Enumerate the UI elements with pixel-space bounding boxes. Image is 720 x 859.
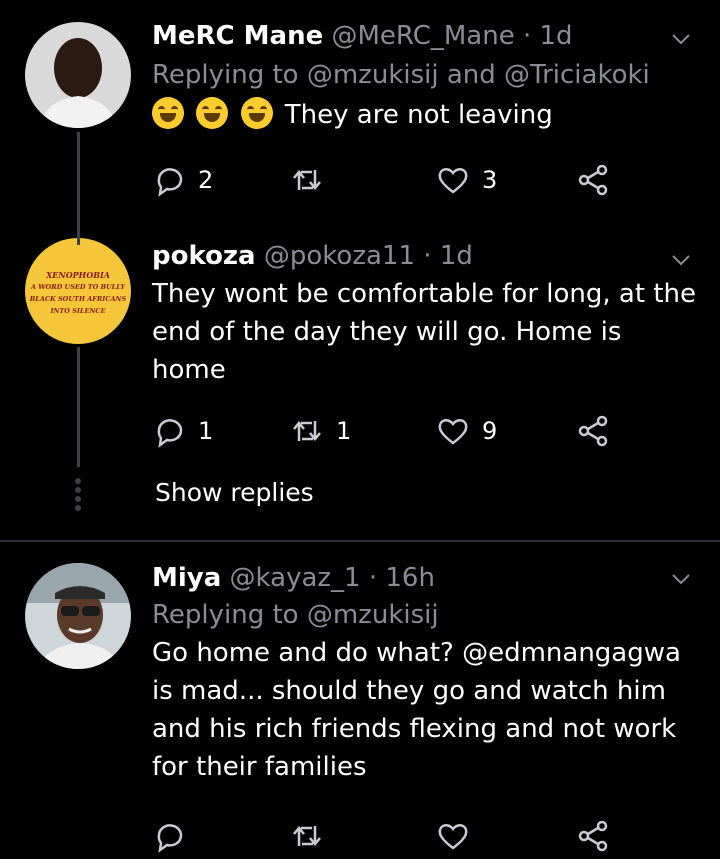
like-icon [438,419,468,445]
thread-line [77,220,80,245]
tweet[interactable]: MeRC Mane @MeRC_Mane · 1d Replying to @m… [0,0,720,225]
tweet-actions [152,816,632,856]
reply-icon [157,824,183,853]
retweet-count: 1 [336,417,352,445]
retweet-icon [293,421,321,441]
reply-button[interactable]: 2 [152,160,213,200]
replying-to: Replying to @mzukisij and @Triciakoki [152,58,700,92]
handle[interactable]: @kayaz_1 [230,563,361,593]
tweet-actions: 2 3 [152,160,632,200]
retweet-icon [293,170,321,190]
joy-emoji-icon [152,97,184,129]
tweet-header: MeRC Mane @MeRC_Mane · 1d [152,20,700,52]
chevron-down-icon[interactable] [670,568,692,590]
share-button[interactable] [576,411,610,451]
retweet-button[interactable]: 1 [290,411,351,451]
tweet[interactable]: Miya @kayaz_1 · 16h Replying to @mzukisi… [0,542,720,859]
tweet-header: Miya @kayaz_1 · 16h [152,562,700,594]
retweet-icon [293,826,321,846]
reply-icon [157,419,183,448]
tweet-body: They are not leaving [284,100,553,130]
display-name[interactable]: pokoza [152,241,256,271]
like-count: 9 [482,417,498,445]
avatar-caption-line: XENOPHOBIA [46,270,110,280]
reply-count: 2 [198,166,214,194]
avatar[interactable] [25,563,131,669]
share-icon [578,415,608,447]
joy-emoji-icon [240,97,273,129]
like-button[interactable]: 3 [436,160,497,200]
handle[interactable]: @MeRC_Mane [332,21,515,51]
thread-line [77,132,80,225]
reply-icon [157,168,183,197]
tweet-text: They are not leaving [152,96,700,134]
tweet-actions: 1 1 9 [152,411,632,451]
reply-button[interactable] [152,816,198,856]
share-icon [578,820,608,852]
chevron-down-icon[interactable] [670,249,692,271]
like-button[interactable]: 9 [436,411,497,451]
like-count: 3 [482,166,498,194]
display-name[interactable]: Miya [152,563,221,593]
tweet-body: Go home and do what? @edmnangagwa is mad… [152,638,681,782]
chevron-down-icon[interactable] [670,28,692,50]
like-icon [438,168,468,194]
timestamp[interactable]: · 1d [423,241,473,271]
reply-mentions[interactable]: @mzukisij [307,600,439,630]
tweet-body: They wont be comfortable for long, at th… [152,279,696,385]
avatar[interactable] [25,22,131,128]
rofl-emoji-icon [196,97,229,129]
handle[interactable]: @pokoza11 [264,241,415,271]
retweet-button[interactable] [290,160,336,200]
reply-mentions[interactable]: @mzukisij and @Triciakoki [307,60,650,90]
avatar-caption-line: A WORD USED TO BULLY [30,283,126,291]
replying-to: Replying to @mzukisij [152,598,700,632]
replying-to-label: Replying to [152,600,299,630]
retweet-button[interactable] [290,816,336,856]
tweet[interactable]: XENOPHOBIA A WORD USED TO BULLY BLACK SO… [0,220,720,540]
display-name[interactable]: MeRC Mane [152,21,323,51]
avatar[interactable]: XENOPHOBIA A WORD USED TO BULLY BLACK SO… [25,238,131,344]
reply-count: 1 [198,417,214,445]
reply-button[interactable]: 1 [152,411,213,451]
timestamp[interactable]: · 1d [523,21,573,51]
tweet-header: pokoza @pokoza11 · 1d [152,240,700,272]
thread-line [77,347,80,467]
timestamp[interactable]: · 16h [369,563,435,593]
thread-dots [74,478,82,514]
avatar-caption-line: INTO SILENCE [50,307,106,315]
share-button[interactable] [576,160,610,200]
like-button[interactable] [436,816,482,856]
show-replies-link[interactable]: Show replies [155,478,314,507]
replying-to-label: Replying to [152,60,299,90]
share-icon [578,164,608,196]
avatar-caption-line: BLACK SOUTH AFRICANS [29,295,127,303]
like-icon [438,824,468,850]
share-button[interactable] [576,816,610,856]
